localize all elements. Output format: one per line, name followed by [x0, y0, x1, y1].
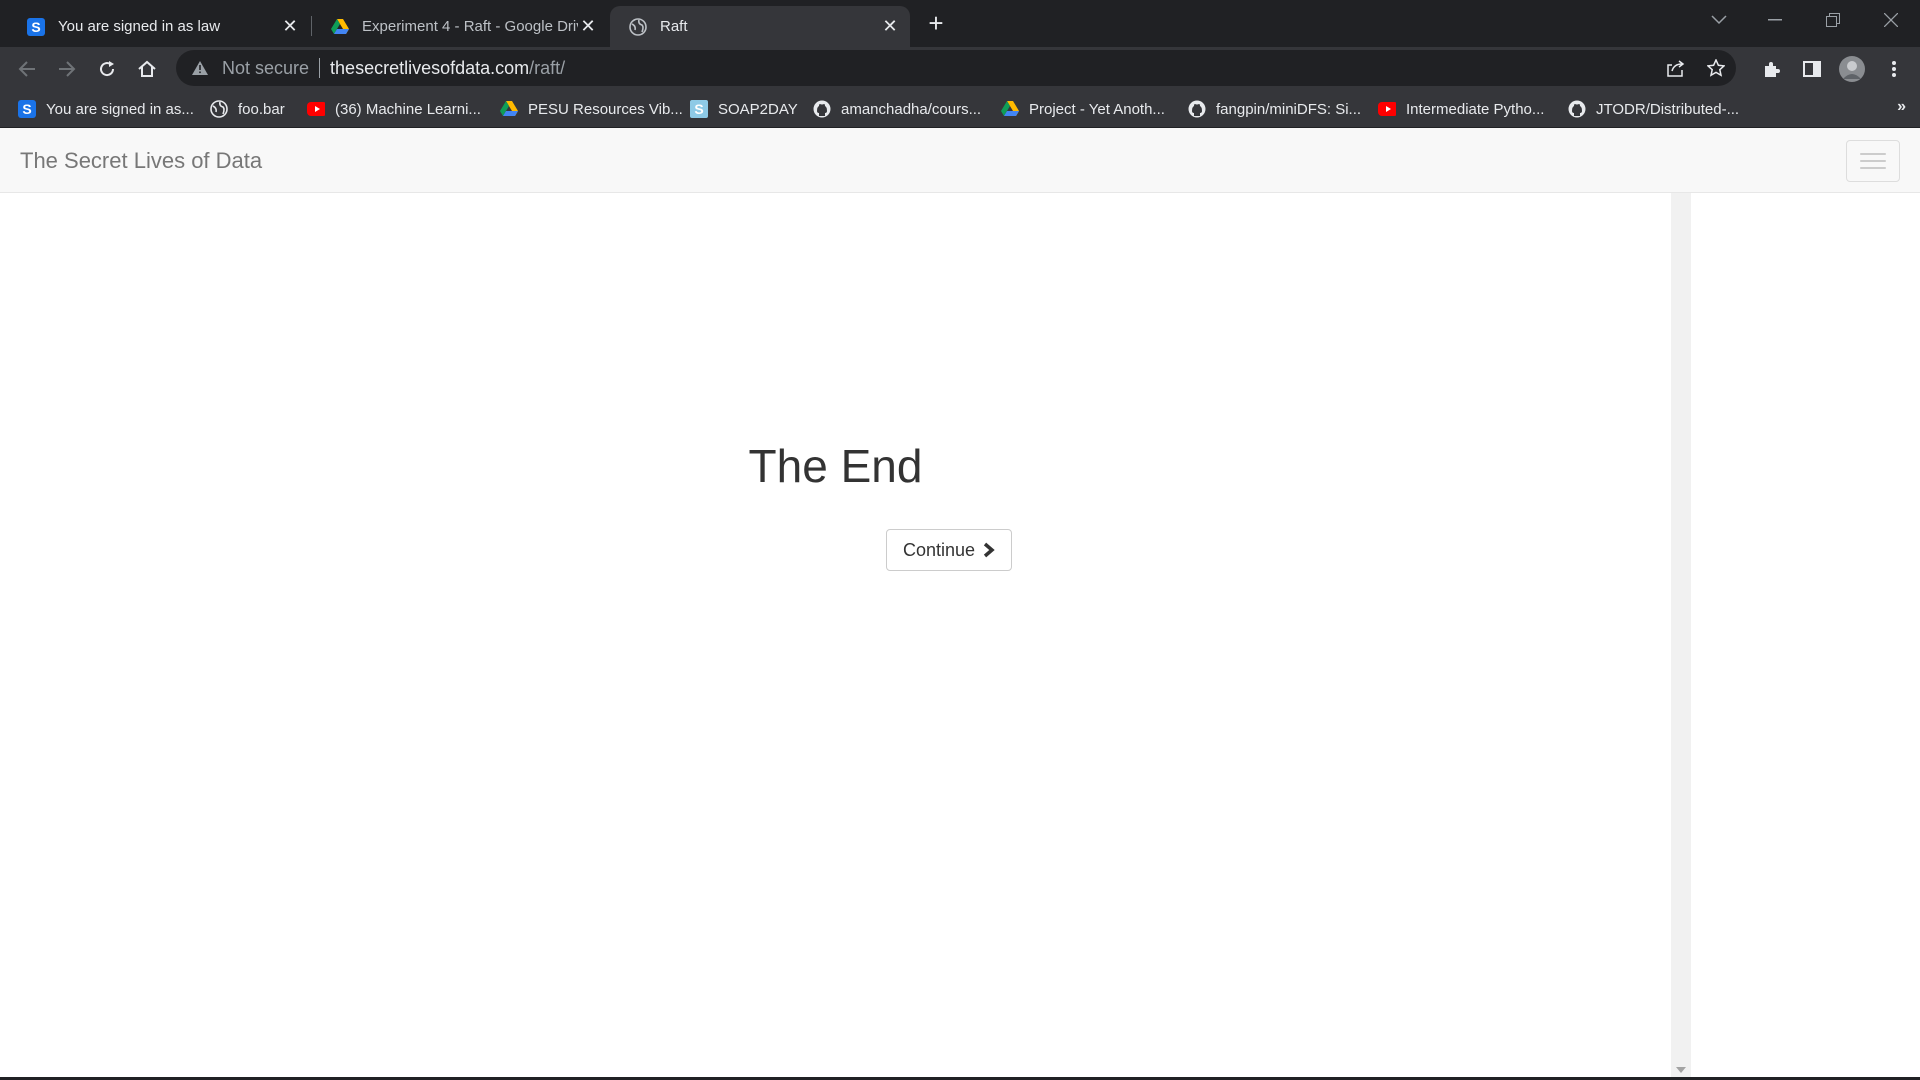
svg-text:S: S — [22, 101, 31, 117]
google-drive-icon — [500, 100, 518, 118]
hamburger-menu-icon[interactable] — [1846, 140, 1900, 182]
extensions-icon[interactable] — [1756, 53, 1788, 85]
svg-text:S: S — [31, 19, 40, 35]
url-host: thesecretlivesofdata.com — [330, 57, 530, 78]
browser-toolbar: Not secure thesecretlivesofdata.com /raf… — [0, 47, 1920, 90]
tab-title: You are signed in as law — [58, 18, 221, 35]
youtube-icon — [307, 100, 325, 118]
bookmark-label: SOAP2DAY — [718, 100, 798, 118]
back-icon[interactable] — [11, 53, 43, 85]
close-icon[interactable]: ✕ — [578, 16, 598, 37]
minimize-icon[interactable] — [1752, 0, 1798, 40]
s-badge-icon: S — [690, 100, 708, 118]
scrollbar[interactable] — [1671, 193, 1691, 1077]
site-navbar: The Secret Lives of Data — [0, 128, 1920, 193]
close-icon[interactable]: ✕ — [880, 16, 900, 37]
continue-label: Continue — [902, 539, 976, 560]
tab-signed-in[interactable]: S You are signed in as law ✕ — [8, 6, 310, 47]
bookmark-label: (36) Machine Learni... — [335, 100, 481, 118]
s-badge-icon: S — [26, 17, 46, 37]
close-icon[interactable]: ✕ — [280, 16, 300, 37]
new-tab-button[interactable]: + — [922, 8, 950, 38]
scroll-down-arrow-icon[interactable] — [1676, 1067, 1686, 1073]
address-bar[interactable]: Not secure thesecretlivesofdata.com /raf… — [176, 50, 1736, 86]
globe-icon — [628, 17, 648, 37]
bookmark-item[interactable]: fangpin/miniDFS: Si... — [1188, 96, 1361, 122]
bookmark-label: PESU Resources Vib... — [528, 100, 683, 118]
bookmark-label: fangpin/miniDFS: Si... — [1216, 100, 1362, 118]
continue-button[interactable]: Continue — [886, 529, 1012, 571]
page-margin — [1691, 193, 1920, 1077]
window-close-icon[interactable] — [1868, 0, 1914, 40]
bookmark-item[interactable]: S You are signed in as... — [18, 96, 194, 122]
svg-text:S: S — [694, 101, 703, 117]
warning-icon[interactable] — [190, 61, 210, 75]
bookmark-item[interactable]: foo.bar — [210, 96, 285, 122]
github-icon — [813, 100, 831, 118]
share-icon[interactable] — [1656, 52, 1696, 84]
restore-icon[interactable] — [1810, 0, 1856, 40]
s-badge-icon: S — [18, 100, 36, 118]
bookmark-label: Intermediate Pytho... — [1406, 100, 1545, 118]
tab-google-drive[interactable]: Experiment 4 - Raft - Google Drive ✕ — [312, 6, 608, 47]
globe-icon — [210, 100, 228, 118]
side-panel-icon[interactable] — [1796, 53, 1828, 85]
bookmark-item[interactable]: PESU Resources Vib... — [500, 96, 683, 122]
bookmark-label: You are signed in as... — [46, 100, 194, 118]
tab-title: Experiment 4 - Raft - Google Drive — [362, 18, 578, 35]
tab-strip: S You are signed in as law ✕ Experiment … — [0, 0, 1920, 47]
tab-search-icon[interactable] — [1696, 0, 1742, 40]
bookmark-label: amanchadha/cours... — [841, 100, 982, 118]
youtube-icon — [1378, 100, 1396, 118]
page-heading: The End — [748, 440, 923, 492]
reload-icon[interactable] — [91, 53, 123, 85]
forward-icon[interactable] — [51, 53, 83, 85]
security-label[interactable]: Not secure — [222, 58, 309, 79]
chevron-right-icon — [983, 542, 995, 558]
avatar[interactable] — [1836, 53, 1868, 85]
divider — [319, 58, 321, 78]
google-drive-icon — [1001, 100, 1019, 118]
github-icon — [1568, 100, 1586, 118]
bookmark-star-icon[interactable] — [1696, 52, 1736, 84]
home-icon[interactable] — [131, 53, 163, 85]
bookmark-label: JTODR/Distributed-... — [1596, 100, 1740, 118]
bookmark-item[interactable]: JTODR/Distributed-... — [1568, 96, 1739, 122]
more-menu-icon[interactable] — [1878, 53, 1910, 85]
bookmarks-bar: S You are signed in as... foo.bar (36) M… — [0, 90, 1920, 128]
bookmark-label: foo.bar — [238, 100, 285, 118]
google-drive-icon — [330, 17, 350, 37]
site-brand-link[interactable]: The Secret Lives of Data — [20, 148, 262, 174]
url-path: /raft/ — [529, 57, 566, 78]
tab-raft[interactable]: Raft ✕ — [610, 6, 910, 47]
bookmark-label: Project - Yet Anoth... — [1029, 100, 1165, 118]
main-content: The End Continue — [0, 193, 1671, 1077]
github-icon — [1188, 100, 1206, 118]
bookmark-item[interactable]: amanchadha/cours... — [813, 96, 981, 122]
bookmarks-overflow-button[interactable]: » — [1897, 98, 1906, 116]
bookmark-item[interactable]: Project - Yet Anoth... — [1001, 96, 1165, 122]
bookmark-item[interactable]: Intermediate Pytho... — [1378, 96, 1544, 122]
bookmark-item[interactable]: (36) Machine Learni... — [307, 96, 481, 122]
tab-title: Raft — [660, 18, 688, 35]
bookmark-item[interactable]: S SOAP2DAY — [690, 96, 798, 122]
